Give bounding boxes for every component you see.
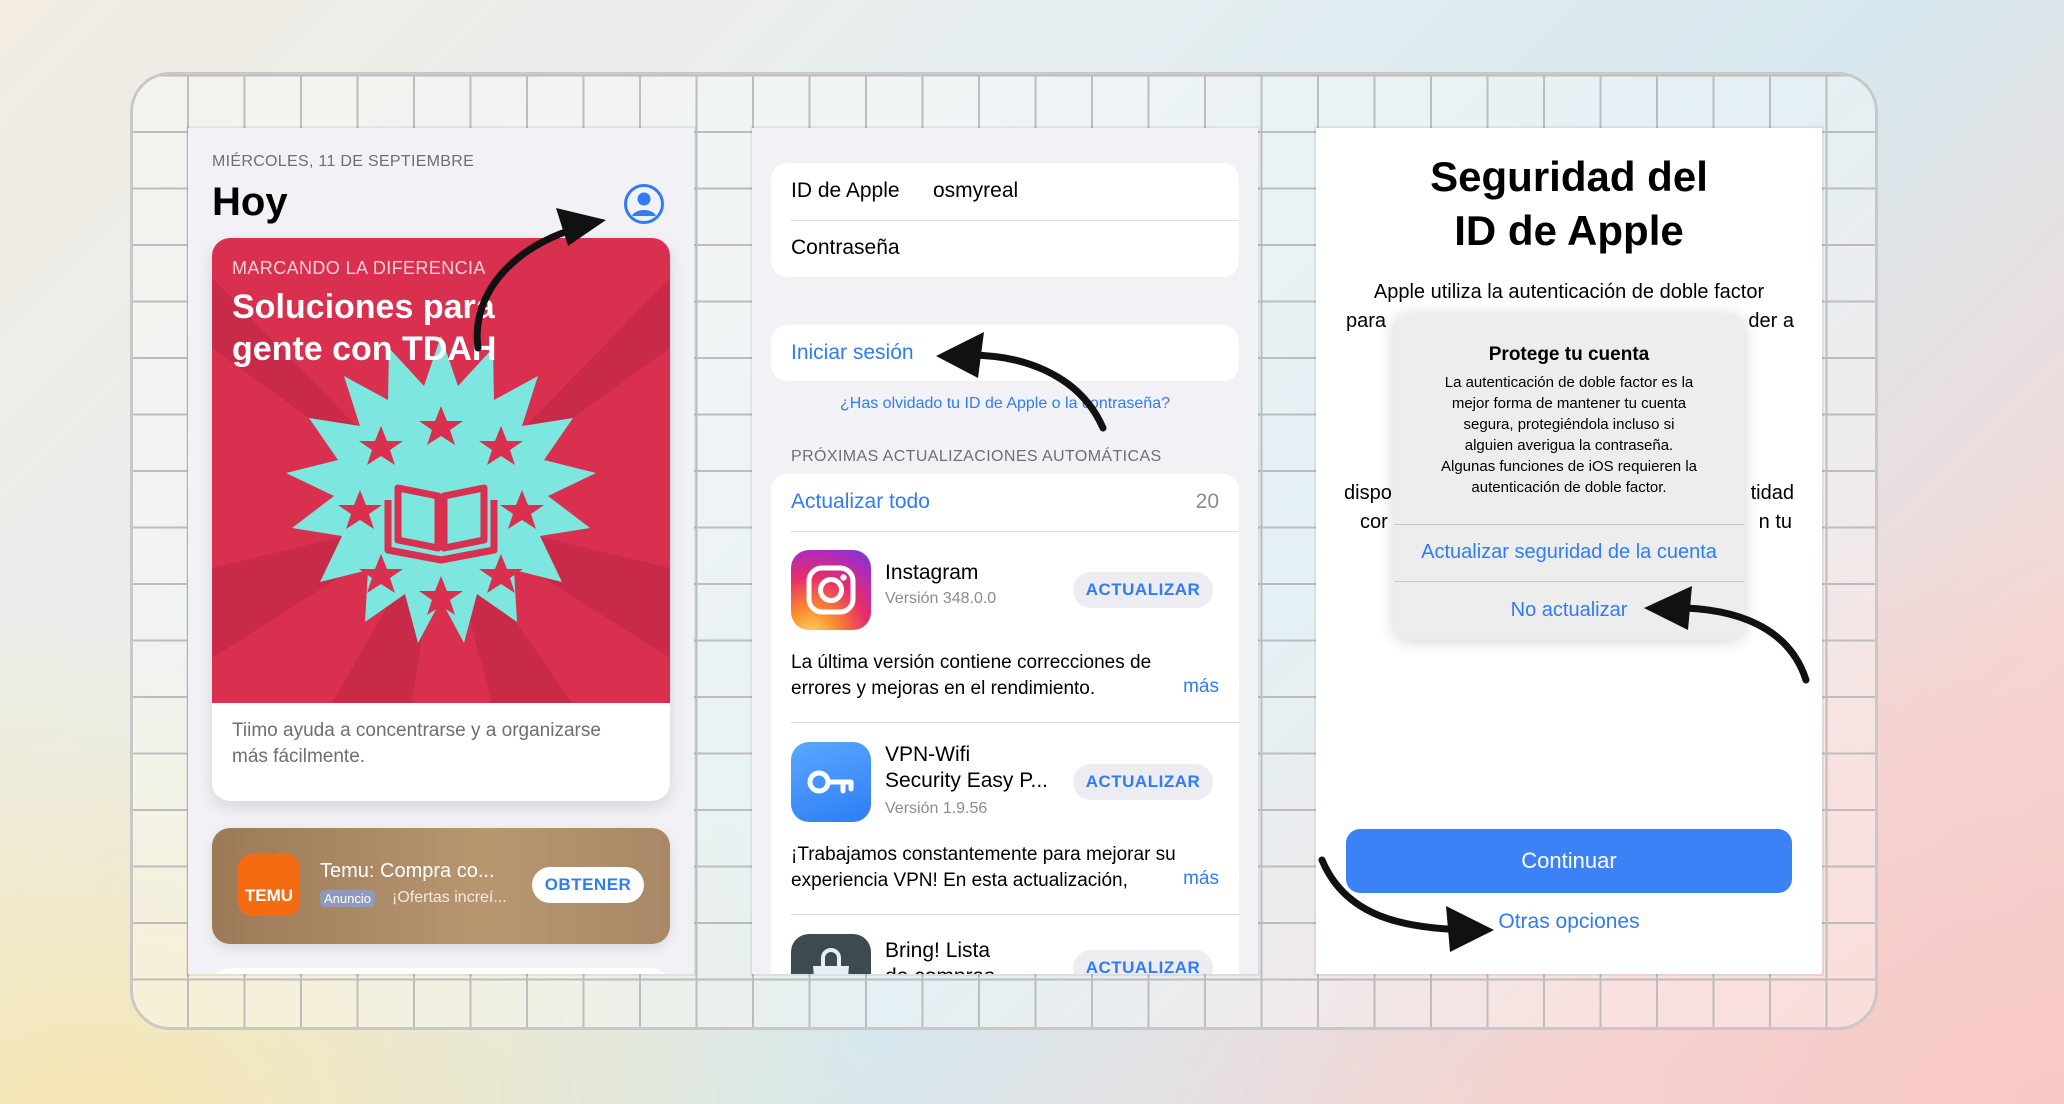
annotation-arrow-icon <box>473 208 1810 952</box>
